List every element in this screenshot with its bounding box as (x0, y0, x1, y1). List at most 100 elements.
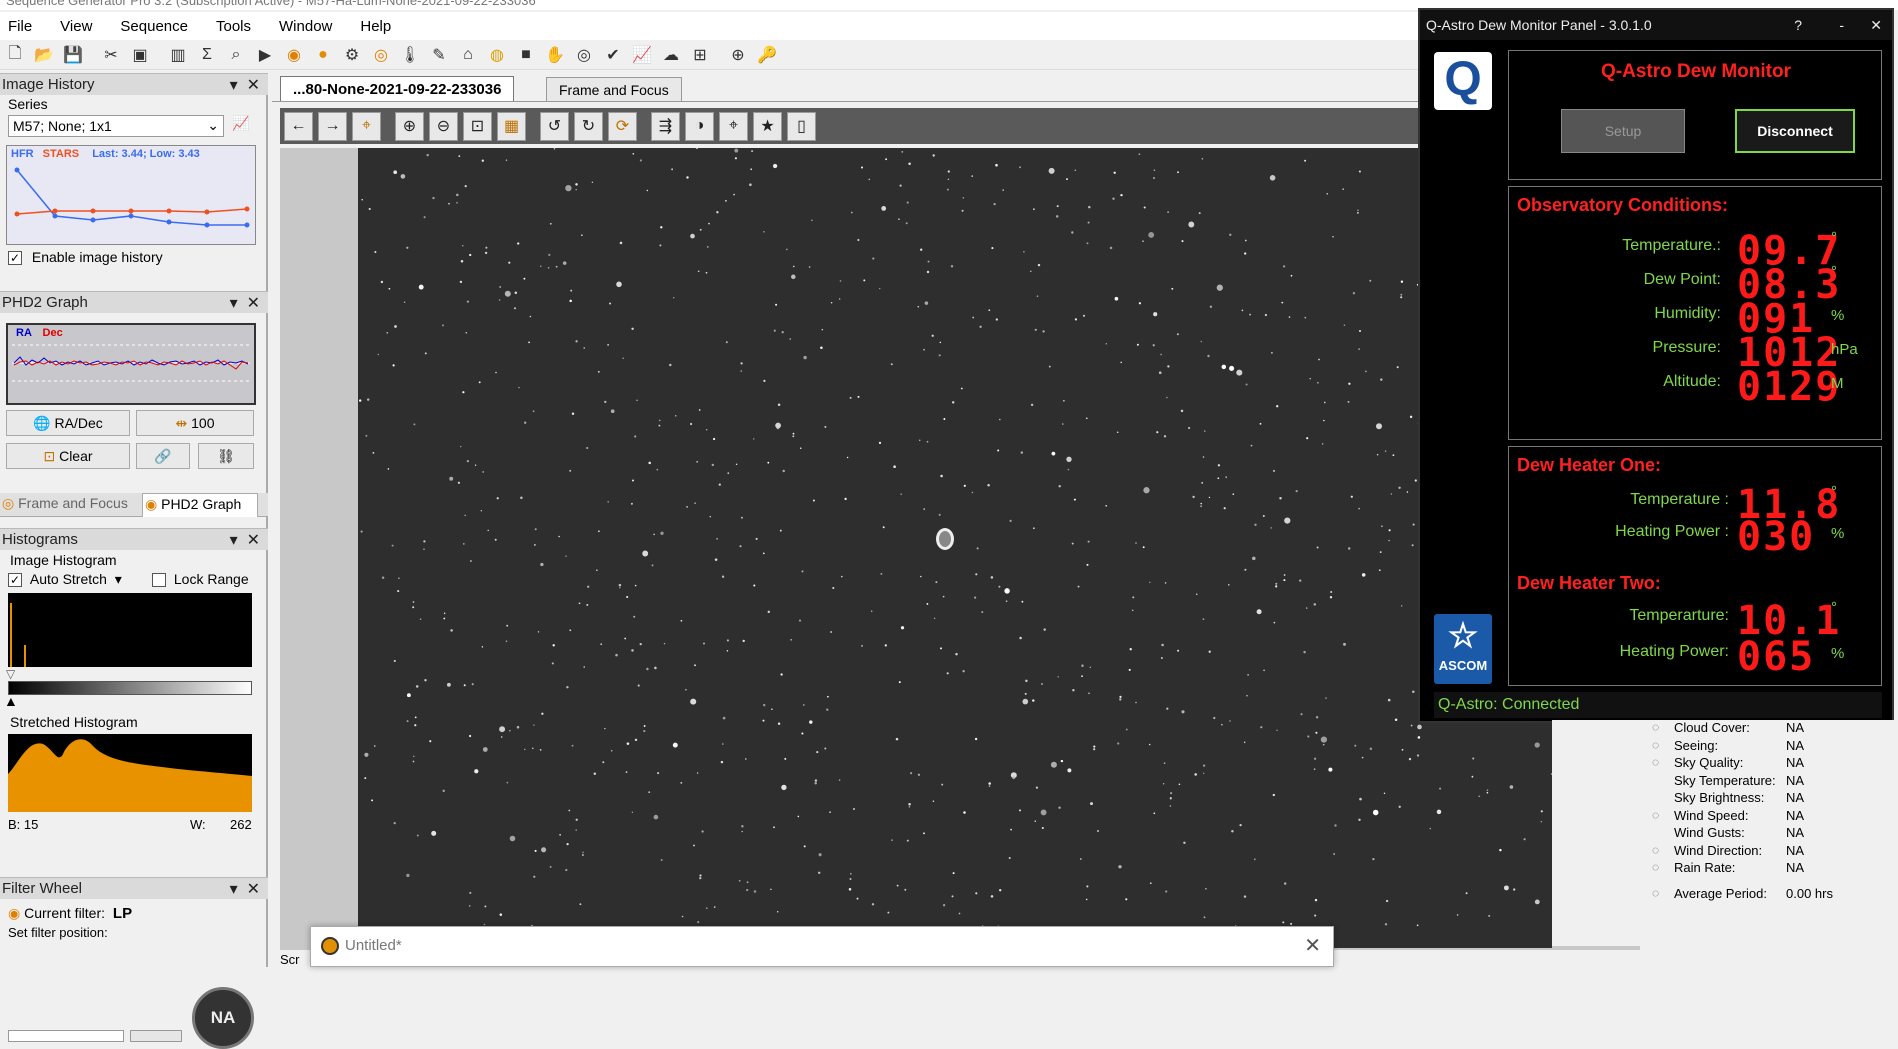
circle-icon[interactable]: ● (310, 43, 336, 67)
new-sequence-icon[interactable]: 🗋 (2, 43, 28, 67)
zoom-out-icon[interactable]: ⊖ (429, 111, 458, 141)
tab-phd2-graph[interactable]: ◉ PHD2 Graph (142, 493, 258, 517)
menu-window[interactable]: Window (279, 18, 332, 35)
black-point-marker[interactable]: ▽ (6, 667, 15, 681)
close-icon[interactable]: ✕ (1870, 17, 1882, 34)
rotate-right-icon[interactable]: ↻ (574, 111, 603, 141)
zoom-in-icon[interactable]: ⊕ (395, 111, 424, 141)
hand-icon[interactable]: ✋ (542, 43, 568, 67)
menu-help[interactable]: Help (360, 18, 391, 35)
target-icon[interactable]: ◉ (281, 43, 307, 67)
histograms-header: Histograms ▾ ✕ (0, 528, 268, 550)
chart-icon[interactable]: ▥ (165, 43, 191, 67)
document-icon[interactable]: ▯ (787, 111, 816, 141)
heater2-value-1: 065 (1737, 634, 1816, 680)
arrow-right-icon[interactable]: → (318, 111, 347, 141)
save-icon[interactable]: 💾 (60, 43, 86, 67)
chevron-down-icon[interactable]: ▾ (111, 571, 122, 587)
setup-button[interactable]: Setup (1561, 109, 1685, 153)
heater2-label-0: Temperarture: (1629, 607, 1729, 624)
clear-button[interactable]: ⊡ Clear (6, 443, 130, 469)
obs-label-1: Dew Point: (1643, 271, 1721, 288)
open-icon[interactable]: 📂 (31, 43, 57, 67)
safety-icon[interactable]: ⊕ (725, 43, 751, 67)
panel-controls[interactable]: ▾ ✕ (230, 293, 260, 313)
menu-file[interactable]: File (8, 18, 32, 35)
filter-position-select[interactable] (8, 1030, 124, 1042)
search-icon[interactable]: ⌕ (223, 43, 249, 67)
graph-icon[interactable]: 📈 (629, 43, 655, 67)
mosaic-icon[interactable]: ⊞ (687, 43, 713, 67)
minimize-icon[interactable]: - (1839, 17, 1844, 33)
weather-row: ◌ Wind Speed: NA (1640, 808, 1898, 825)
panel-controls[interactable]: ▾ ✕ (230, 530, 260, 550)
close-icon[interactable]: ✕ (1304, 933, 1321, 958)
radec-button[interactable]: 🌐 RA/Dec (6, 410, 130, 436)
panel-controls[interactable]: ▾ ✕ (230, 879, 260, 899)
weather-icon[interactable]: ☁ (658, 43, 684, 67)
tab-frame-and-focus[interactable]: ◎ Frame and Focus (0, 495, 140, 517)
filter-icon[interactable]: ◍ (484, 43, 510, 67)
play-icon[interactable]: ▶ (252, 43, 278, 67)
observatory-box: Observatory Conditions: Temperature.: 09.… (1508, 186, 1882, 440)
white-value: 262 (230, 817, 252, 832)
image-icon[interactable]: ▣ (127, 43, 153, 67)
dome-icon[interactable]: ⌂ (455, 43, 481, 67)
stretch-handle[interactable]: ▲ (4, 693, 18, 709)
pen-icon[interactable]: ✎ (426, 43, 452, 67)
rotate-left-icon[interactable]: ↺ (540, 111, 569, 141)
phd-icon[interactable]: ◎ (368, 43, 394, 67)
set-filter-button[interactable] (130, 1030, 182, 1042)
filter-wheel-title: Filter Wheel (2, 880, 83, 897)
thermometer-icon[interactable]: 🌡 (397, 43, 423, 67)
crosshair-icon[interactable]: ⌖ (719, 111, 748, 141)
compass-icon: ◌ (1652, 842, 1660, 857)
heaters-box: Dew Heater One: Dew Heater Two: Temperat… (1508, 446, 1882, 686)
select-icon[interactable]: ▦ (497, 111, 526, 141)
link-icon: 🔗 (154, 447, 172, 464)
auto-stretch-checkbox[interactable]: ✓ (8, 573, 22, 588)
lock-range-row[interactable]: Lock Range (152, 571, 249, 588)
focus-icon[interactable]: ◎ (571, 43, 597, 67)
arrow-left-icon[interactable]: ← (284, 111, 313, 141)
dew-monitor-window: Q-Astro Dew Monitor Panel - 3.0.1.0 ? - … (1418, 8, 1894, 723)
weather-value: NA (1786, 842, 1805, 858)
star-icon[interactable]: ★ (753, 111, 782, 141)
menu-bar: File View Sequence Tools Window Help (0, 12, 1420, 40)
weather-value: NA (1786, 755, 1805, 770)
star-image[interactable] (358, 148, 1552, 948)
phd2-title: PHD2 Graph (2, 294, 88, 311)
tools-icon[interactable]: ✂ (98, 43, 124, 67)
sigma-icon[interactable]: Σ (194, 43, 220, 67)
obs-label-0: Temperature.: (1622, 237, 1721, 254)
panel-controls[interactable]: ▾ ✕ (230, 75, 260, 95)
lock-range-checkbox[interactable] (152, 573, 166, 588)
tab-image-document[interactable]: ...80-None-2021-09-22-233036 (280, 76, 515, 102)
refresh-icon[interactable]: ⟳ (608, 111, 637, 141)
graph-icon[interactable]: 📈 (232, 115, 256, 137)
enable-history-row[interactable]: ✓ Enable image history (8, 249, 163, 266)
scale-button[interactable]: ⇹ 100 (136, 410, 254, 436)
tab-frame-and-focus-doc[interactable]: Frame and Focus (546, 77, 682, 101)
help-icon[interactable]: ? (1794, 17, 1802, 33)
weather-value: NA (1786, 807, 1805, 823)
menu-sequence[interactable]: Sequence (120, 18, 188, 35)
menu-view[interactable]: View (60, 18, 92, 35)
pointer-icon[interactable]: ⌖ (352, 111, 381, 141)
disconnect-button[interactable]: Disconnect (1735, 109, 1855, 153)
histograms-title: Histograms (2, 531, 78, 548)
fit-icon[interactable]: ⊡ (463, 111, 492, 141)
key-icon[interactable]: 🔑 (754, 43, 780, 67)
gear-icon[interactable]: ⚙ (339, 43, 365, 67)
enable-history-checkbox[interactable]: ✓ (8, 251, 22, 266)
camera-icon[interactable]: ■ (513, 43, 539, 67)
auto-stretch-row[interactable]: ✓ Auto Stretch ▾ (8, 571, 122, 588)
check-icon[interactable]: ✔ (600, 43, 626, 67)
link-button[interactable]: 🔗 (136, 443, 190, 469)
stretch-icon[interactable]: ⇶ (651, 111, 680, 141)
series-select[interactable]: M57; None; 1x1 ⌄ (8, 115, 224, 137)
contrast-icon[interactable]: ◑ (685, 111, 714, 141)
weather-row: ◌ Rain Rate: NA (1640, 860, 1898, 877)
menu-tools[interactable]: Tools (216, 18, 251, 35)
unlink-button[interactable]: ⛓ (198, 443, 254, 469)
